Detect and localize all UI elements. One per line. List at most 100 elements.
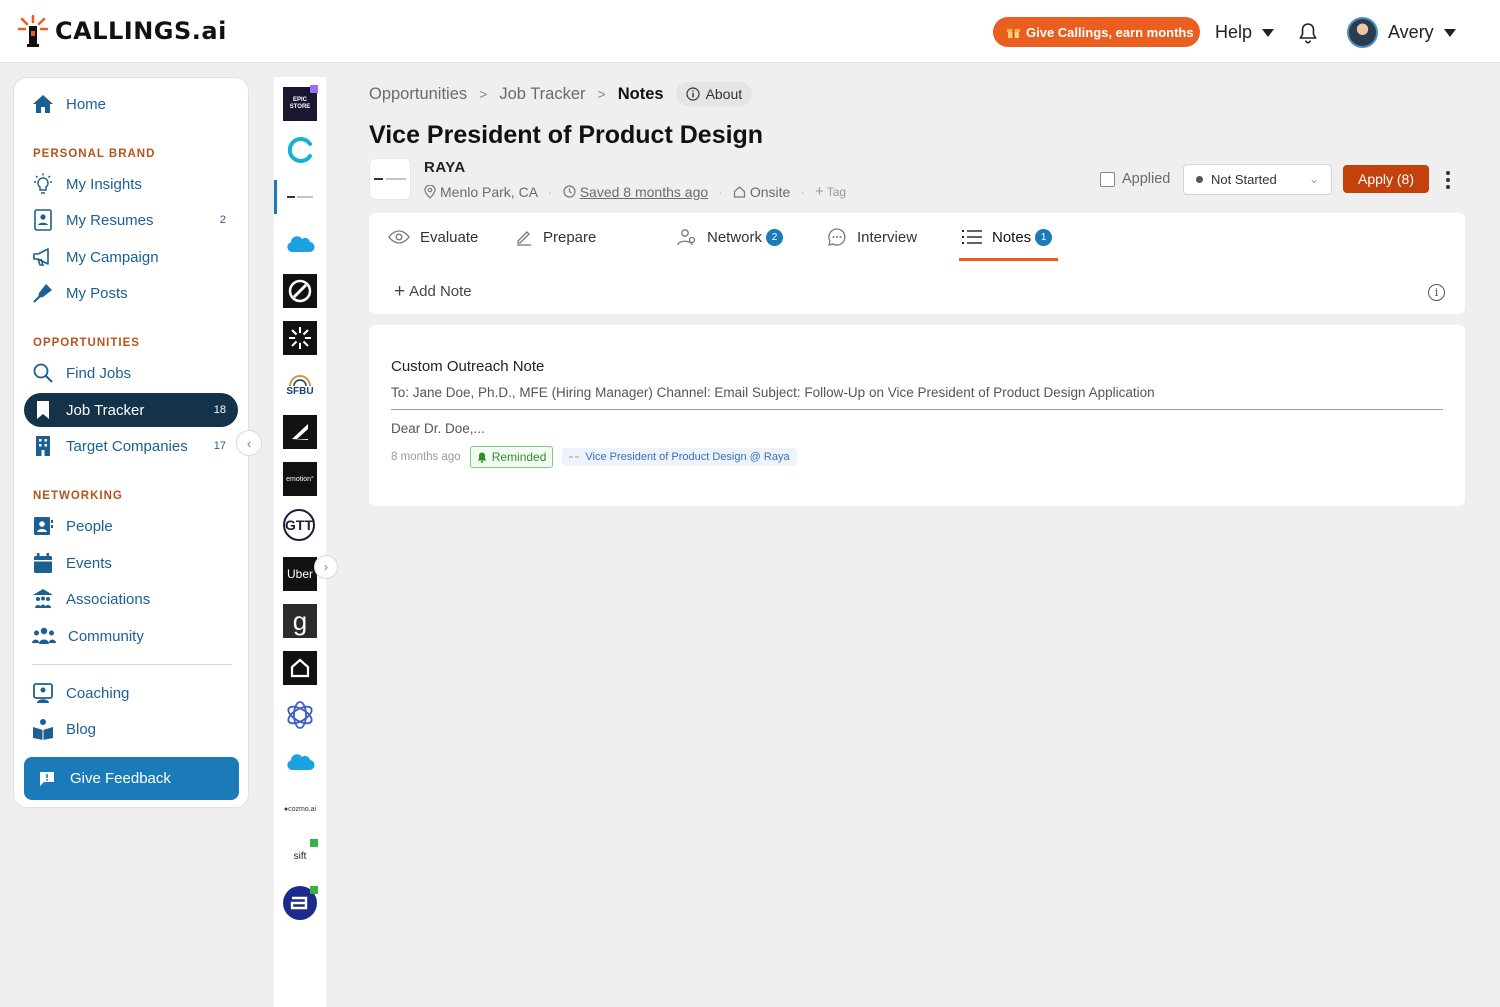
note-card[interactable]: Custom Outreach Note To: Jane Doe, Ph.D.…: [369, 325, 1465, 506]
tab-prepare[interactable]: Prepare: [515, 225, 596, 249]
expand-rail-button[interactable]: ›: [314, 555, 338, 579]
chevron-right-icon: ›: [324, 560, 328, 574]
sidebar-item-target-companies[interactable]: Target Companies 17: [24, 429, 238, 463]
company-logo-raya[interactable]: [283, 180, 317, 214]
collapse-sidebar-button[interactable]: ‹: [236, 430, 262, 456]
list-icon: [962, 230, 982, 244]
status-select[interactable]: Not Started ⌄: [1183, 164, 1332, 195]
company-logo-crescent[interactable]: [283, 133, 317, 167]
sidebar-item-home[interactable]: Home: [24, 87, 238, 121]
raya-logo-icon: [374, 178, 406, 180]
sunburst-icon: [289, 327, 311, 349]
status-dot: [310, 886, 318, 894]
clock-icon: [563, 185, 576, 198]
status-dot: [310, 839, 318, 847]
tab-network[interactable]: Network 2: [677, 225, 784, 249]
company-name[interactable]: RAYA: [424, 159, 466, 176]
company-logo-uber[interactable]: Uber: [283, 557, 317, 591]
eye-icon: [388, 230, 410, 244]
company-logo-g[interactable]: g: [283, 604, 317, 638]
atom-icon: [287, 701, 313, 729]
note-preview: Dear Dr. Doe,...: [391, 421, 485, 436]
tab-label: Notes: [992, 228, 1032, 246]
sidebar-item-job-tracker[interactable]: Job Tracker 18: [24, 393, 238, 427]
feedback-icon: [40, 771, 54, 786]
sidebar-item-people[interactable]: People: [24, 509, 238, 543]
workplace-type: Onsite: [733, 184, 790, 200]
sidebar-item-my-posts[interactable]: My Posts: [24, 276, 238, 310]
sidebar-item-coaching[interactable]: Coaching: [24, 676, 238, 710]
more-options-icon[interactable]: [1446, 171, 1450, 189]
sidebar-item-find-jobs[interactable]: Find Jobs: [24, 356, 238, 390]
note-footer: 8 months ago Reminded Vice President of …: [391, 446, 797, 468]
sidebar-item-label: Events: [66, 554, 112, 572]
applied-checkbox[interactable]: Applied: [1100, 171, 1170, 187]
linked-job-tag[interactable]: Vice President of Product Design @ Raya: [562, 448, 797, 466]
company-logo-sail[interactable]: [283, 415, 317, 449]
info-icon[interactable]: i: [1428, 284, 1445, 301]
notifications-bell-icon[interactable]: [1298, 22, 1318, 49]
company-logo-atom[interactable]: [283, 698, 317, 732]
tab-label: Interview: [857, 228, 918, 246]
reminded-badge[interactable]: Reminded: [469, 446, 554, 468]
job-meta: Menlo Park, CA · Saved 8 months ago · On…: [424, 183, 846, 200]
tab-label: Network: [707, 228, 763, 246]
company-logo-salesforce[interactable]: [283, 227, 317, 261]
add-tag-button[interactable]: + Tag: [815, 183, 846, 200]
pen-nib-icon: [33, 284, 52, 303]
add-note-label: Add Note: [409, 283, 472, 300]
company-logo-salesforce-2[interactable]: [283, 745, 317, 779]
company-logo-gtt[interactable]: GTT: [283, 509, 315, 541]
sidebar-item-events[interactable]: Events: [24, 546, 238, 580]
tab-interview[interactable]: Interview: [827, 225, 917, 249]
info-icon: [685, 87, 700, 101]
give-feedback-button[interactable]: Give Feedback: [24, 757, 239, 800]
sidebar-item-my-resumes[interactable]: My Resumes 2: [24, 203, 238, 237]
divider: [391, 409, 1443, 410]
breadcrumb-current: Notes: [617, 84, 664, 103]
company-logo-sfbu[interactable]: SFBU: [283, 367, 317, 401]
company-logo-cozmo[interactable]: ●cozmo.ai: [283, 792, 317, 826]
chevron-right-icon: >: [479, 86, 488, 102]
status-value: Not Started: [1211, 172, 1277, 187]
company-logo-sunburst[interactable]: [283, 321, 317, 355]
sidebar-item-my-campaign[interactable]: My Campaign: [24, 240, 238, 274]
sidebar-item-blog[interactable]: Blog: [24, 712, 238, 746]
apply-button[interactable]: Apply (8): [1343, 165, 1429, 193]
reader-icon: [33, 719, 53, 740]
rail-selection-indicator: [274, 180, 277, 214]
callings-logo[interactable]: CALLINGS.ai: [17, 14, 227, 48]
company-logo-house[interactable]: [283, 651, 317, 685]
plus-icon: +: [814, 183, 824, 200]
breadcrumb-opportunities[interactable]: Opportunities: [369, 85, 467, 104]
divider: [32, 664, 232, 665]
breadcrumb-job-tracker[interactable]: Job Tracker: [499, 85, 585, 104]
about-button[interactable]: About: [675, 82, 753, 106]
sidebar-item-associations[interactable]: Associations: [24, 582, 238, 616]
sidebar-item-community[interactable]: Community: [24, 619, 238, 653]
feedback-label: Give Feedback: [70, 770, 171, 787]
chevron-down-icon: ⌄: [1308, 172, 1319, 186]
user-menu[interactable]: Avery: [1347, 17, 1456, 48]
referral-promo-button[interactable]: Give Callings, earn months: [993, 17, 1200, 47]
tab-notes[interactable]: Notes 1: [962, 225, 1053, 249]
coaching-icon: [33, 683, 53, 703]
sidebar-item-my-insights[interactable]: My Insights: [24, 167, 238, 201]
about-label: About: [705, 86, 743, 102]
help-menu[interactable]: Help: [1215, 22, 1275, 43]
sidebar-item-label: My Insights: [66, 175, 142, 193]
tab-evaluate[interactable]: Evaluate: [388, 225, 478, 249]
company-logo-emotion[interactable]: emotion°: [283, 462, 317, 496]
status-dot: [310, 85, 318, 93]
add-note-button[interactable]: + Add Note: [394, 282, 472, 301]
reminder-label: Reminded: [491, 450, 547, 464]
top-bar: CALLINGS.ai Give Callings, earn months H…: [0, 0, 1500, 63]
count-badge: 18: [213, 404, 226, 416]
brand-suffix: .ai: [191, 17, 227, 45]
checkbox-box[interactable]: [1100, 171, 1115, 187]
sidebar: Home PERSONAL BRAND My Insights My Resum…: [13, 77, 249, 808]
company-logo-circle-mark[interactable]: [283, 274, 317, 308]
separator-dot: ·: [548, 183, 553, 200]
circle-mark-icon: [288, 279, 312, 303]
home-icon: [33, 95, 53, 113]
